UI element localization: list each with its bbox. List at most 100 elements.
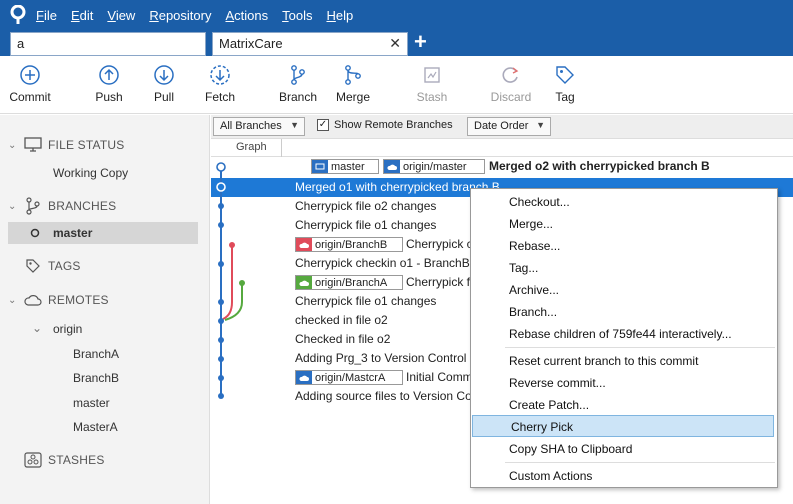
commit-node xyxy=(229,242,235,248)
branch-ref-origin-branchb[interactable]: origin/BranchB xyxy=(295,237,403,252)
branch-icon xyxy=(22,197,44,215)
tab-a[interactable]: a xyxy=(10,32,206,56)
commit-message: Initial Comm xyxy=(406,370,473,384)
menu-item-custom-actions[interactable]: Custom Actions xyxy=(471,465,777,487)
branch-ref-origin-mastera[interactable]: origin/MastcrA xyxy=(295,370,403,385)
commit-icon xyxy=(20,65,40,85)
commit-button[interactable]: Commit xyxy=(0,64,60,104)
commit-node xyxy=(218,203,224,209)
sidebar-tags-header[interactable]: TAGS xyxy=(8,258,81,274)
menu-help[interactable]: Help xyxy=(326,8,353,23)
sourcetree-logo-icon xyxy=(0,0,36,30)
sidebar-remotes-header[interactable]: ⌄ REMOTES xyxy=(8,293,109,307)
cloud-icon xyxy=(384,160,400,173)
tab-bar: a MatrixCare ✕ + xyxy=(0,30,793,56)
commit-node xyxy=(239,280,245,286)
order-dropdown[interactable]: Date Order ▼ xyxy=(467,117,551,136)
menu-item-archive[interactable]: Archive... xyxy=(471,279,777,301)
graph-column-header[interactable]: Graph xyxy=(211,139,793,157)
checkmark-icon: ✓ xyxy=(317,119,329,131)
sidebar-branches-header[interactable]: ⌄ BRANCHES xyxy=(8,197,116,215)
menu-item-cherry-pick[interactable]: Cherry Pick xyxy=(472,415,774,437)
menu-view[interactable]: View xyxy=(107,8,135,23)
tag-label: Tag xyxy=(555,90,575,104)
merge-label: Merge xyxy=(335,90,370,104)
sidebar-item-master[interactable]: master xyxy=(30,226,92,240)
sidebar-file-status-header[interactable]: ⌄ FILE STATUS xyxy=(8,137,124,153)
sidebar: ⌄ FILE STATUS Working Copy ⌄ BRANCHES ma… xyxy=(0,115,210,504)
menu-item-tag[interactable]: Tag... xyxy=(471,257,777,279)
sidebar-item-remote-branch[interactable]: MasterA xyxy=(73,420,118,434)
menu-item-checkout[interactable]: Checkout... xyxy=(471,191,777,213)
file-status-label: FILE STATUS xyxy=(48,138,125,152)
branches-filter-dropdown[interactable]: All Branches ▼ xyxy=(213,117,305,136)
column-divider xyxy=(281,139,282,157)
menu-item-branch[interactable]: Branch... xyxy=(471,301,777,323)
discard-label: Discard xyxy=(490,90,532,104)
menu-bar: File Edit View Repository Actions Tools … xyxy=(0,0,793,30)
stash-button[interactable]: Stash xyxy=(402,64,462,104)
monitor-icon xyxy=(312,160,328,173)
pull-label: Pull xyxy=(153,90,174,104)
commit-graph xyxy=(216,162,245,399)
tab-matrixcare-label: MatrixCare xyxy=(219,36,283,51)
branch-ref-master[interactable]: master xyxy=(311,159,379,174)
filter-bar: All Branches ▼ ✓ Show Remote Branches Da… xyxy=(211,115,793,139)
commit-node xyxy=(218,318,224,324)
menu-repository[interactable]: Repository xyxy=(149,8,211,23)
merge-button[interactable]: Merge xyxy=(323,64,383,104)
menu-tools[interactable]: Tools xyxy=(282,8,312,23)
menu-item-rebase[interactable]: Rebase... xyxy=(471,235,777,257)
push-icon xyxy=(99,65,119,85)
commit-message: Merged o2 with cherrypicked branch B xyxy=(489,159,710,173)
sidebar-item-remote-branch[interactable]: BranchB xyxy=(73,371,119,385)
menu-actions[interactable]: Actions xyxy=(225,8,268,23)
chevron-down-icon: ▼ xyxy=(290,120,299,130)
menu-item-merge[interactable]: Merge... xyxy=(471,213,777,235)
sidebar-item-origin[interactable]: origin xyxy=(53,322,82,336)
stashes-label: STASHES xyxy=(48,453,105,467)
tag-button[interactable]: Tag xyxy=(535,64,595,104)
menu-item-reset[interactable]: Reset current branch to this commit xyxy=(471,350,777,372)
show-remote-branches-checkbox[interactable]: ✓ Show Remote Branches xyxy=(317,119,453,131)
branches-label: BRANCHES xyxy=(48,199,117,213)
push-button[interactable]: Push xyxy=(79,64,139,104)
close-icon[interactable]: ✕ xyxy=(389,35,401,52)
pull-button[interactable]: Pull xyxy=(134,64,194,104)
menu-item-copy-sha[interactable]: Copy SHA to Clipboard xyxy=(471,438,777,460)
sidebar-item-working-copy[interactable]: Working Copy xyxy=(53,166,128,180)
menu-separator xyxy=(505,462,775,463)
toolbar: Commit Push Pull Fetch Branch Merge Stas… xyxy=(0,56,793,114)
branch-ref-origin-master[interactable]: origin/master xyxy=(383,159,485,174)
commit-node xyxy=(218,337,224,343)
commit-message: Cherrypick c xyxy=(406,237,473,251)
stash-icon xyxy=(424,67,440,83)
cloud-icon xyxy=(296,371,312,384)
commit-context-menu: Checkout... Merge... Rebase... Tag... Ar… xyxy=(470,188,778,488)
add-tab-icon[interactable]: + xyxy=(414,31,427,53)
branch-icon xyxy=(291,65,305,85)
chevron-down-icon: ⌄ xyxy=(8,139,17,151)
menu-item-reverse-commit[interactable]: Reverse commit... xyxy=(471,372,777,394)
tab-matrixcare[interactable]: MatrixCare ✕ xyxy=(212,32,408,56)
branch-ref-origin-brancha[interactable]: origin/BranchA xyxy=(295,275,403,290)
chevron-down-icon[interactable]: ⌄ xyxy=(32,321,42,335)
branch-button[interactable]: Branch xyxy=(268,64,328,104)
commit-label: Commit xyxy=(9,90,51,104)
show-remote-branches-label: Show Remote Branches xyxy=(334,119,453,131)
chevron-down-icon: ⌄ xyxy=(8,294,17,306)
sidebar-stashes-header[interactable]: STASHES xyxy=(8,452,105,468)
fetch-button[interactable]: Fetch xyxy=(190,64,250,104)
menu-file[interactable]: File xyxy=(36,8,57,23)
sidebar-item-master-label: master xyxy=(53,226,93,240)
commit-node xyxy=(218,222,224,228)
menu-item-rebase-children[interactable]: Rebase children of 759fe44 interactively… xyxy=(471,323,777,345)
menu-edit[interactable]: Edit xyxy=(71,8,93,23)
menu-item-create-patch[interactable]: Create Patch... xyxy=(471,394,777,416)
commit-row[interactable]: master origin/master Merged o2 with cher… xyxy=(211,157,793,176)
commit-node xyxy=(218,299,224,305)
discard-button[interactable]: Discard xyxy=(481,64,541,104)
sidebar-item-remote-branch[interactable]: BranchA xyxy=(73,347,119,361)
commit-message: Adding source files to Version Co xyxy=(295,389,472,403)
sidebar-item-remote-branch[interactable]: master xyxy=(73,396,110,410)
